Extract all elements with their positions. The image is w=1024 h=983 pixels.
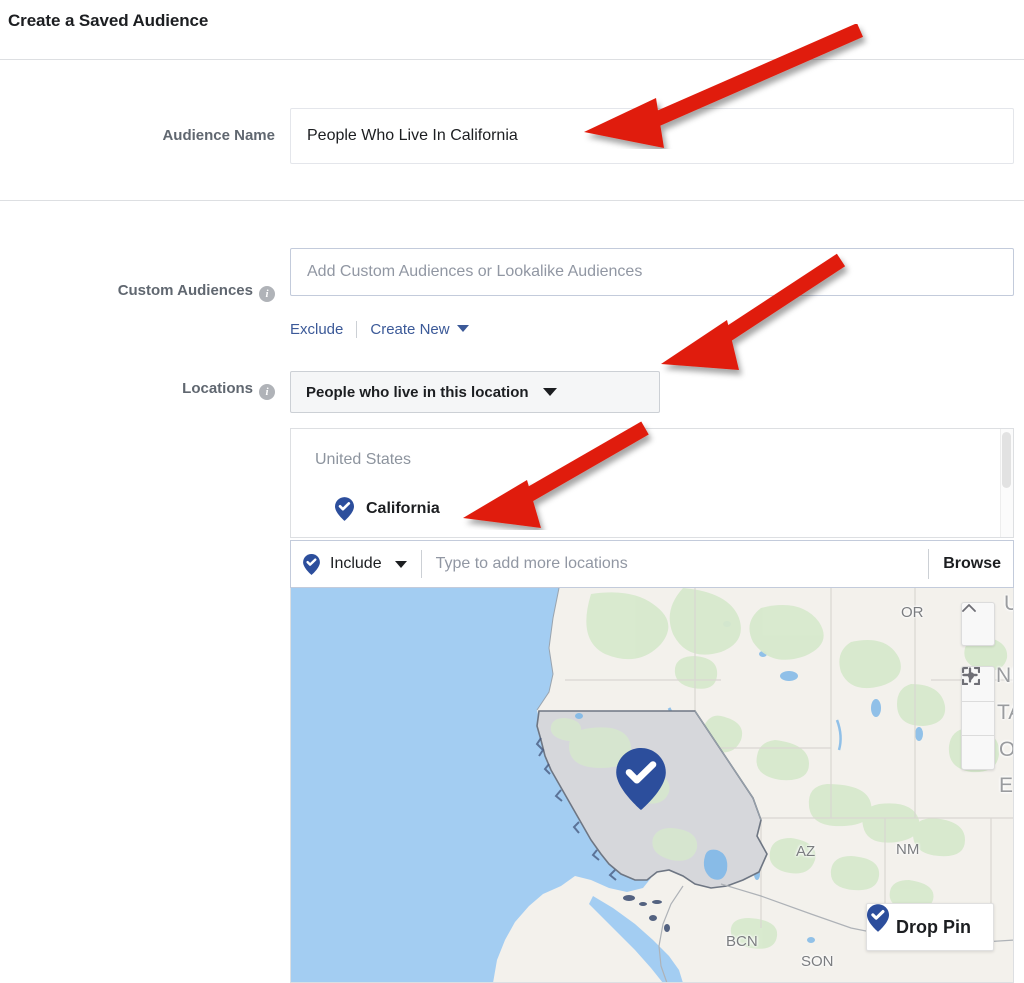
chevron-down-icon bbox=[542, 388, 557, 396]
map-zoom-controls bbox=[961, 666, 995, 770]
chevron-down-icon bbox=[456, 324, 469, 332]
location-item-california[interactable]: California bbox=[335, 497, 440, 521]
create-saved-audience-page: Create a Saved Audience Audience Name Pe… bbox=[0, 0, 1024, 983]
custom-audiences-links: Exclude Create New bbox=[290, 316, 469, 342]
audience-name-input[interactable]: People Who Live In California bbox=[290, 108, 1014, 164]
locations-list-scrollbar[interactable] bbox=[1000, 429, 1013, 537]
map-state-label: NM bbox=[896, 841, 920, 858]
audience-name-label: Audience Name bbox=[162, 127, 275, 144]
chevron-down-icon[interactable] bbox=[394, 560, 407, 568]
map-country-label: E bbox=[999, 774, 1014, 797]
map-state-label: BCN bbox=[726, 933, 758, 950]
map-pin-check-icon bbox=[616, 748, 666, 810]
map-zoom-out-button[interactable] bbox=[962, 673, 994, 735]
map-state-label: OR bbox=[901, 604, 924, 621]
locations-selector[interactable]: People who live in this location bbox=[290, 371, 660, 413]
add-bar-divider bbox=[420, 550, 422, 578]
custom-audiences-input[interactable]: Add Custom Audiences or Lookalike Audien… bbox=[290, 248, 1014, 296]
map-pin-check-icon bbox=[867, 904, 889, 932]
locations-label: Locations i bbox=[182, 380, 275, 400]
map-country-label: NI bbox=[996, 664, 1013, 687]
locations-add-bar: Include Type to add more locations Brows… bbox=[290, 540, 1014, 588]
custom-audiences-label: Custom Audiences i bbox=[118, 282, 275, 302]
location-country-label: United States bbox=[315, 451, 412, 468]
add-location-input[interactable]: Type to add more locations bbox=[436, 555, 929, 573]
chevron-up-icon bbox=[962, 604, 976, 612]
location-item-name: California bbox=[366, 500, 440, 517]
map-state-label: AZ bbox=[796, 843, 816, 860]
exclude-link[interactable]: Exclude bbox=[290, 321, 343, 338]
create-new-link[interactable]: Create New bbox=[370, 321, 469, 338]
audience-name-value: People Who Live In California bbox=[307, 127, 518, 144]
drop-pin-label: Drop Pin bbox=[896, 916, 971, 937]
browse-button[interactable]: Browse bbox=[928, 549, 1001, 579]
link-divider bbox=[356, 320, 358, 338]
include-mode-label[interactable]: Include bbox=[330, 555, 382, 573]
info-icon[interactable]: i bbox=[259, 286, 275, 302]
map-pin-check-icon bbox=[335, 497, 354, 521]
scrollbar-thumb[interactable] bbox=[1002, 432, 1011, 488]
locations-selector-value: People who live in this location bbox=[306, 383, 529, 401]
custom-audiences-placeholder: Add Custom Audiences or Lookalike Audien… bbox=[307, 263, 643, 280]
map-country-label: U bbox=[1004, 592, 1013, 616]
map-compass-button[interactable] bbox=[961, 602, 995, 646]
drop-pin-button[interactable]: Drop Pin bbox=[866, 903, 994, 951]
map-country-label: TA bbox=[997, 701, 1013, 724]
map-country-label: O bbox=[999, 738, 1014, 761]
map-pin-check-icon bbox=[303, 553, 320, 575]
info-icon[interactable]: i bbox=[259, 384, 275, 400]
page-title: Create a Saved Audience bbox=[8, 11, 209, 30]
map-locate-button[interactable] bbox=[962, 667, 994, 769]
location-map[interactable]: OR ID WY UT AZ NM BCN SON U NI TA O E bbox=[290, 588, 1014, 983]
locate-pin-icon bbox=[962, 667, 980, 685]
divider-top bbox=[0, 59, 1024, 60]
divider-middle bbox=[0, 200, 1024, 201]
map-state-label: SON bbox=[801, 953, 834, 970]
locations-list-panel: United States California bbox=[290, 428, 1014, 538]
